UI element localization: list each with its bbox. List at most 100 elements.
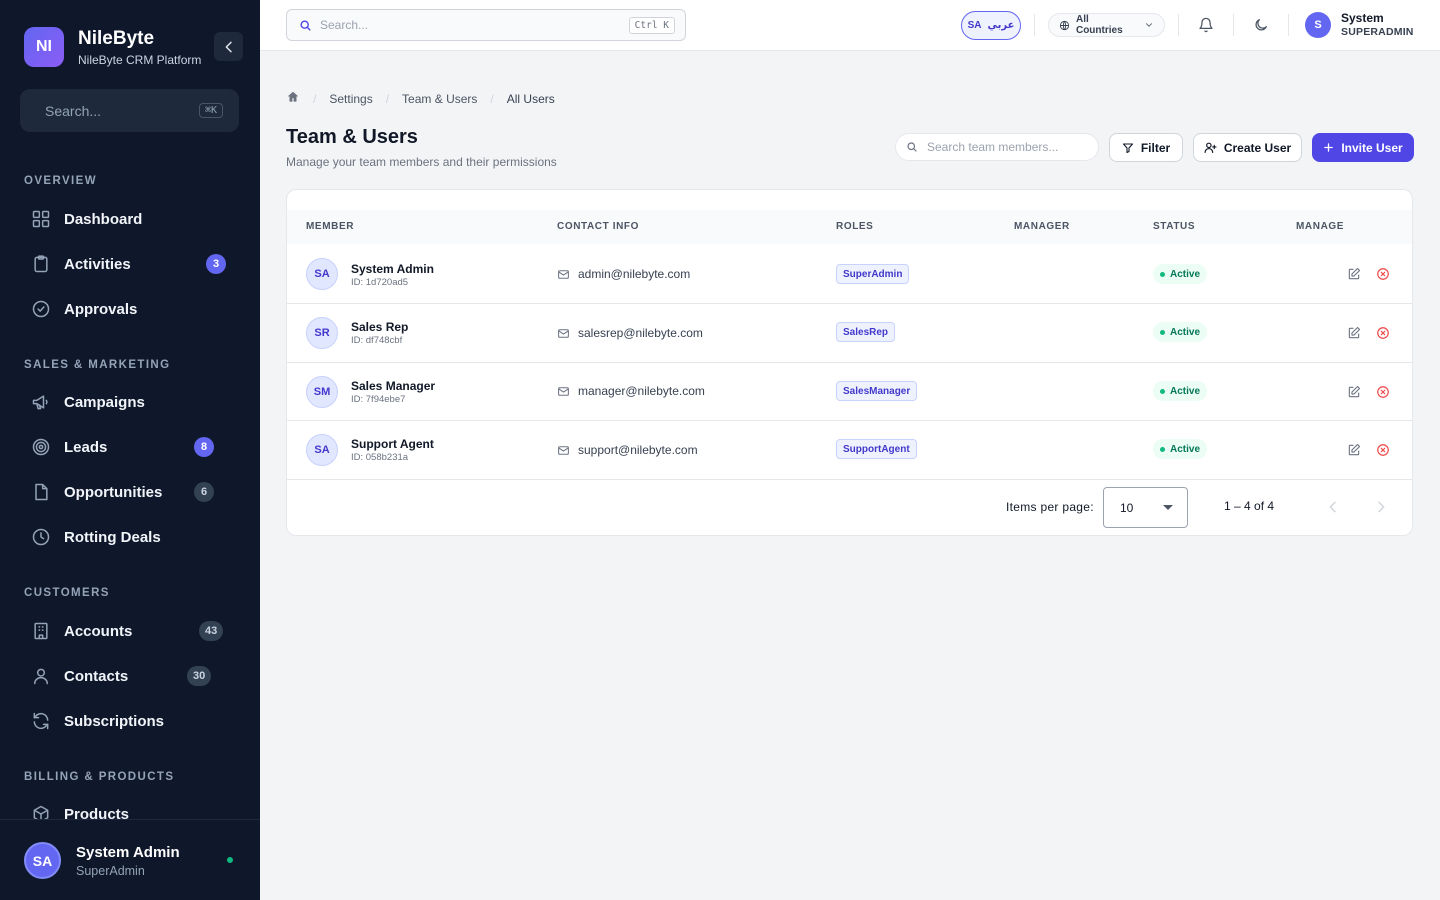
- status-text: Active: [1170, 443, 1201, 455]
- deactivate-icon[interactable]: [1375, 442, 1391, 458]
- section-sales-marketing: SALES & MARKETING: [24, 359, 171, 371]
- breadcrumb-team[interactable]: Team & Users: [402, 92, 477, 106]
- sidebar-item-leads[interactable]: Leads 8: [30, 430, 230, 464]
- topbar-user-role: SUPERADMIN: [1341, 26, 1414, 38]
- global-search[interactable]: Ctrl K: [286, 9, 686, 41]
- member-email[interactable]: admin@nilebyte.com: [557, 267, 690, 281]
- member-name[interactable]: System Admin: [351, 262, 434, 276]
- member-search-input[interactable]: [927, 140, 1087, 154]
- member-email[interactable]: salesrep@nilebyte.com: [557, 326, 703, 340]
- previous-page-button[interactable]: [1321, 495, 1345, 519]
- theme-toggle-button[interactable]: [1251, 15, 1271, 35]
- items-per-page-value: 10: [1120, 500, 1134, 515]
- sidebar-item-dashboard[interactable]: Dashboard: [30, 202, 230, 236]
- email-text: manager@nilebyte.com: [578, 384, 705, 398]
- member-search[interactable]: [895, 133, 1099, 161]
- column-header-roles[interactable]: ROLES: [836, 221, 873, 232]
- avatar[interactable]: S: [1305, 12, 1331, 38]
- sidebar-item-subscriptions[interactable]: Subscriptions: [30, 704, 230, 738]
- table-row[interactable]: SR Sales Rep ID: df748cbf salesrep@nileb…: [287, 304, 1412, 363]
- sidebar-item-label: Leads: [64, 438, 108, 456]
- sidebar-search[interactable]: ⌘K: [20, 89, 239, 132]
- sidebar-item-label: Contacts: [64, 667, 129, 685]
- email-text: salesrep@nilebyte.com: [578, 326, 703, 340]
- edit-icon[interactable]: [1346, 384, 1362, 400]
- breadcrumb-separator: /: [490, 91, 494, 106]
- mail-icon: [558, 328, 569, 338]
- sidebar-item-approvals[interactable]: Approvals: [30, 292, 230, 326]
- global-search-input[interactable]: [320, 18, 600, 32]
- items-per-page-label: Items per page:: [1006, 500, 1094, 514]
- sidebar-item-campaigns[interactable]: Campaigns: [30, 385, 230, 419]
- brand-subtitle: NileByte CRM Platform: [78, 52, 202, 67]
- sidebar-item-label: Activities: [64, 255, 131, 273]
- sidebar-item-label: Campaigns: [64, 393, 145, 411]
- sidebar-item-accounts[interactable]: Accounts 43: [30, 614, 230, 648]
- edit-icon[interactable]: [1346, 325, 1362, 341]
- search-icon: [907, 142, 917, 152]
- divider: [1288, 14, 1289, 36]
- table-header: MEMBER CONTACT INFO ROLES MANAGER STATUS…: [287, 210, 1412, 244]
- breadcrumb-current: All Users: [506, 91, 555, 106]
- sidebar-item-activities[interactable]: Activities 3: [30, 247, 230, 281]
- edit-icon[interactable]: [1346, 442, 1362, 458]
- create-user-button[interactable]: Create User: [1193, 133, 1302, 162]
- country-selector[interactable]: All Countries: [1048, 13, 1165, 37]
- notifications-button[interactable]: [1196, 15, 1216, 35]
- status-badge: Active: [1153, 264, 1208, 284]
- mail-icon: [558, 386, 569, 396]
- member-name[interactable]: Sales Rep: [351, 320, 408, 334]
- status-badge: Active: [1153, 439, 1208, 459]
- pagination: Items per page: 10 1 – 4 of 4: [287, 479, 1412, 535]
- column-header-manager[interactable]: MANAGER: [1014, 221, 1070, 232]
- status-badge: Active: [1153, 322, 1208, 342]
- sidebar-search-shortcut: ⌘K: [198, 103, 223, 118]
- chevron-left-icon: [1329, 501, 1336, 513]
- sidebar-item-opportunities[interactable]: Opportunities 6: [30, 475, 230, 509]
- globe-icon: [1059, 20, 1070, 30]
- table-row[interactable]: SM Sales Manager ID: 7f94ebe7 manager@ni…: [287, 362, 1412, 421]
- sidebar-item-label: Rotting Deals: [64, 528, 161, 546]
- avatar: SA: [306, 258, 338, 290]
- role-badge: SalesRep: [836, 322, 896, 342]
- table-row[interactable]: SA Support Agent ID: 058b231a support@ni…: [287, 421, 1412, 480]
- home-icon[interactable]: [286, 90, 300, 107]
- deactivate-icon[interactable]: [1375, 266, 1391, 282]
- table-row[interactable]: SA System Admin ID: 1d720ad5 admin@nileb…: [287, 245, 1412, 304]
- collapse-sidebar-button[interactable]: [214, 32, 243, 61]
- member-id: ID: 1d720ad5: [351, 277, 409, 288]
- deactivate-icon[interactable]: [1375, 384, 1391, 400]
- sidebar-item-label: Accounts: [64, 622, 133, 640]
- member-email[interactable]: support@nilebyte.com: [557, 443, 698, 457]
- sidebar-search-input[interactable]: [45, 102, 185, 119]
- deactivate-icon[interactable]: [1375, 325, 1391, 341]
- next-page-button[interactable]: [1369, 495, 1393, 519]
- status-dot: [1160, 388, 1165, 394]
- member-id: ID: 058b231a: [351, 452, 409, 463]
- column-header-member[interactable]: MEMBER: [306, 221, 354, 232]
- member-name[interactable]: Sales Manager: [351, 379, 435, 393]
- filter-button[interactable]: Filter: [1109, 133, 1183, 162]
- sidebar-user-panel[interactable]: SA System Admin SuperAdmin: [0, 819, 260, 900]
- breadcrumb-settings[interactable]: Settings: [329, 92, 372, 106]
- status-text: Active: [1170, 326, 1201, 338]
- status-text: Active: [1170, 385, 1201, 397]
- page-subtitle: Manage your team members and their permi…: [286, 155, 557, 169]
- sidebar-item-rotting-deals[interactable]: Rotting Deals: [30, 520, 230, 554]
- items-per-page-select[interactable]: 10: [1103, 487, 1188, 528]
- member-name[interactable]: Support Agent: [351, 437, 434, 451]
- users-table: MEMBER CONTACT INFO ROLES MANAGER STATUS…: [286, 189, 1413, 536]
- language-toggle[interactable]: SA عربي: [961, 11, 1021, 40]
- column-header-status[interactable]: STATUS: [1153, 221, 1195, 232]
- member-email[interactable]: manager@nilebyte.com: [557, 384, 705, 398]
- topbar-user-name[interactable]: System: [1341, 11, 1384, 25]
- edit-icon[interactable]: [1346, 266, 1362, 282]
- clock-icon: [30, 526, 52, 548]
- avatar: SA: [24, 842, 61, 879]
- brand[interactable]: NI NileByte NileByte CRM Platform: [24, 27, 201, 67]
- brand-name: NileByte: [78, 27, 155, 49]
- column-header-contact[interactable]: CONTACT INFO: [557, 221, 639, 232]
- sidebar-item-contacts[interactable]: Contacts 30: [30, 659, 230, 693]
- sidebar-item-label: Subscriptions: [64, 712, 165, 730]
- invite-user-button[interactable]: Invite User: [1312, 133, 1414, 162]
